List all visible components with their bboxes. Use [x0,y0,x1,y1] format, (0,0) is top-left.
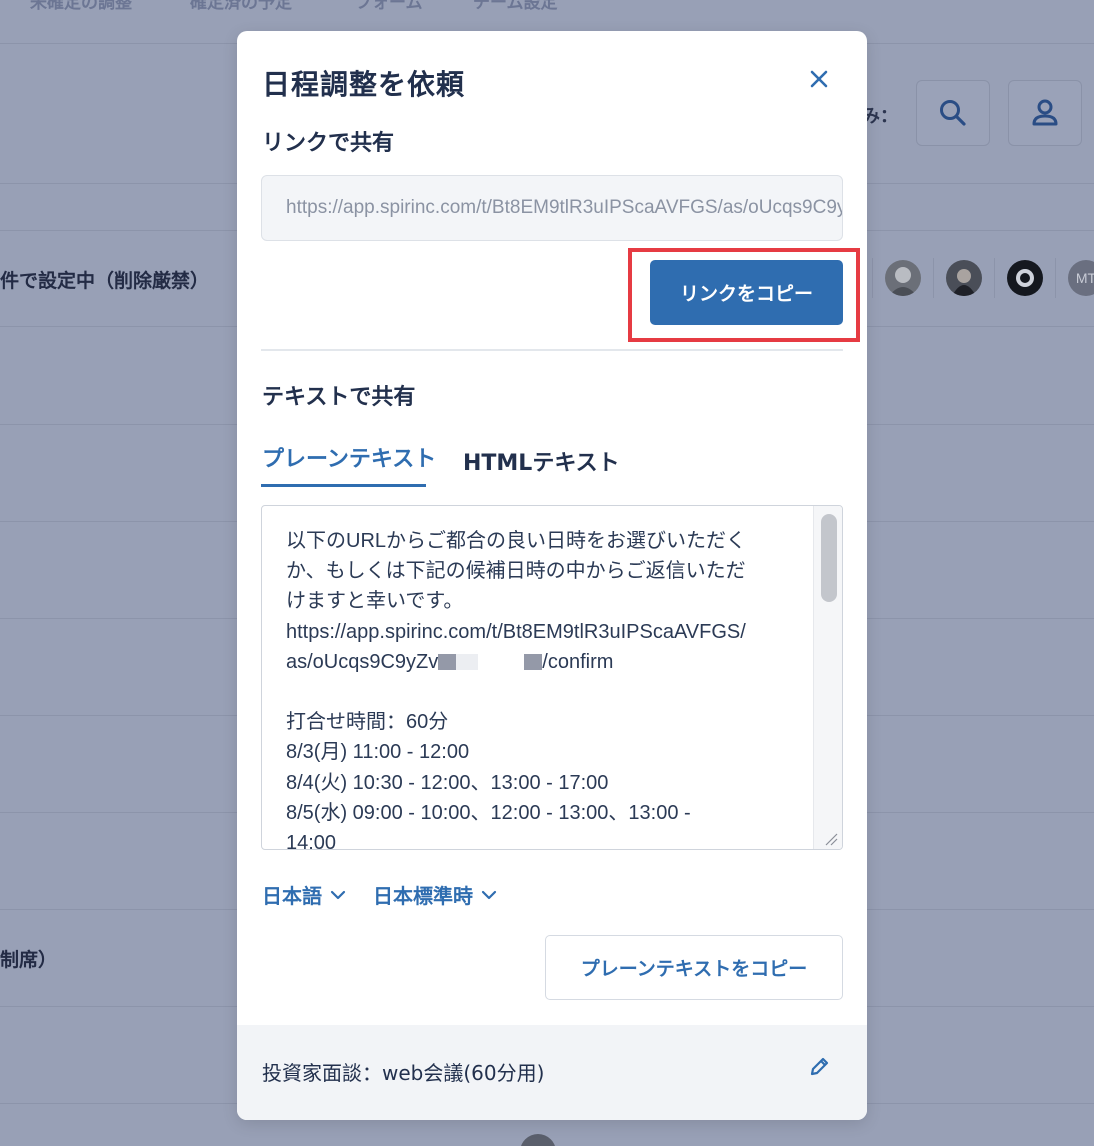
avatar [946,260,982,296]
redaction-block [524,653,543,670]
message-line: 8/5(水) 09:00 - 10:00、12:00 - 13:00、13:00… [286,801,691,824]
timezone-label: 日本標準時 [373,884,473,908]
close-button[interactable] [807,67,831,91]
share-url-field[interactable]: https://app.spirinc.com/t/Bt8EM9tlR3uIPS… [261,175,843,241]
link-share-heading: リンクで共有 [262,131,395,156]
message-line: https://app.spirinc.com/t/Bt8EM9tlR3uIPS… [286,620,746,643]
schedule-request-modal: 日程調整を依頼 リンクで共有 https://app.spirinc.com/t… [237,31,867,1120]
nav-item-team-settings[interactable]: チーム設定 [473,0,558,13]
redaction-block [438,653,457,670]
chevron-down-icon [481,890,497,899]
nav-item-confirmed[interactable]: 確定済の予定 [190,0,292,13]
tab-html-text[interactable]: HTMLテキスト [463,445,620,477]
modal-footer: 投資家面談：web会議(60分用) [237,1025,867,1120]
avatar-divider [1055,258,1056,298]
modal-title: 日程調整を依頼 [262,68,466,101]
section-divider [261,349,843,351]
message-line: 8/3(月) 11:00 - 12:00 [286,741,470,764]
url-suffix: /confirm [542,650,614,673]
copy-plain-text-button[interactable]: プレーンテキストをコピー [545,935,843,1000]
avatar-divider [872,258,873,298]
message-line: 14:00 [286,831,337,850]
avatar [885,260,921,296]
copy-link-button[interactable]: リンクをコピー [650,260,843,325]
message-line: 8/4(火) 10:30 - 12:00、13:00 - 17:00 [286,771,609,794]
resize-grip-icon[interactable] [824,832,838,846]
message-line: けますと幸いです。 [286,590,464,613]
message-text: 以下のURLからご都合の良い日時をお選びいただく か、もしくは下記の候補日時の中… [286,526,786,850]
tab-plain-text[interactable]: プレーンテキスト [262,441,436,473]
language-dropdown[interactable]: 日本語 [262,880,346,909]
user-icon [1032,99,1058,126]
avatar-initials: MT [1075,270,1094,286]
avatar [1007,260,1043,296]
filter-label: み： [862,106,898,127]
search-icon [940,100,966,126]
message-line: か、もしくは下記の候補日時の中からご返信いただ [286,560,746,583]
text-share-heading: テキストで共有 [262,385,416,410]
avatar-divider [994,258,995,298]
nav-item-unconfirmed[interactable]: 未確定の調整 [30,0,132,13]
message-line [286,677,786,707]
user-filter-button[interactable] [1008,80,1082,146]
search-button[interactable] [916,80,990,146]
message-url-line: as/oUcqs9C9yZv/confirm [286,647,786,677]
url-prefix: as/oUcqs9C9yZv [286,650,439,673]
row-title[interactable]: 件で設定中（削除厳禁） [0,266,209,293]
event-type-label: 投資家面談：web会議(60分用) [262,1061,545,1085]
message-line: 打合せ時間：60分 [286,711,449,734]
close-icon [810,70,828,88]
scrollbar-thumb[interactable] [821,514,837,602]
avatar-divider [933,258,934,298]
textarea-scrollbar[interactable] [813,506,842,849]
message-textarea[interactable]: 以下のURLからご都合の良い日時をお選びいただく か、もしくは下記の候補日時の中… [261,505,843,850]
nav-item-forms[interactable]: フォーム [355,0,423,13]
avatar [520,1134,556,1146]
row-title[interactable]: 制席） [0,945,57,972]
language-label: 日本語 [262,884,322,908]
message-line: 以下のURLからご都合の良い日時をお選びいただく [286,530,747,552]
chevron-down-icon [330,890,346,899]
pencil-icon[interactable] [807,1055,831,1079]
timezone-dropdown[interactable]: 日本標準時 [373,880,497,909]
active-tab-indicator [261,484,426,487]
avatar: MT [1068,260,1094,296]
redaction-block [456,653,479,670]
